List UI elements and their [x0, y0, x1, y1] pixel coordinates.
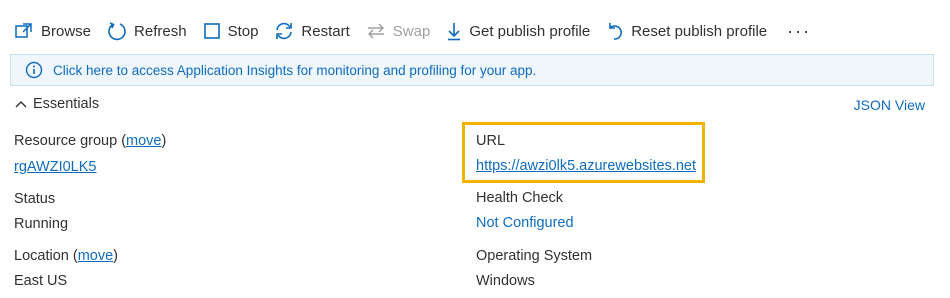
restart-button[interactable]: Restart	[274, 21, 350, 41]
restart-icon	[276, 22, 293, 40]
os-value: Windows	[476, 273, 535, 289]
json-view-link[interactable]: JSON View	[854, 97, 925, 113]
location-label-close: )	[113, 248, 118, 264]
get-publish-profile-button[interactable]: Get publish profile	[446, 21, 590, 41]
swap-label: Swap	[392, 22, 431, 40]
reset-publish-profile-button[interactable]: Reset publish profile	[606, 21, 767, 41]
resource-group-label: Resource group (move)	[14, 133, 166, 149]
browse-button[interactable]: Browse	[14, 22, 91, 40]
browse-icon	[15, 23, 32, 38]
stop-button[interactable]: Stop	[203, 22, 259, 40]
location-value: East US	[14, 273, 68, 289]
resource-group-move-link[interactable]: move	[126, 133, 161, 149]
download-icon	[448, 23, 461, 41]
location-label-text: Location (	[14, 248, 78, 264]
swap-icon	[367, 23, 384, 39]
refresh-label: Refresh	[134, 22, 187, 40]
restart-label: Restart	[301, 22, 350, 40]
location-label: Location (move)	[14, 248, 118, 264]
essentials-toggle[interactable]: Essentials	[14, 96, 99, 112]
refresh-button[interactable]: Refresh	[107, 21, 187, 41]
location-move-link[interactable]: move	[78, 248, 113, 264]
get-publish-profile-label: Get publish profile	[469, 22, 591, 40]
reset-icon	[609, 23, 623, 40]
info-icon	[25, 61, 43, 79]
status-value: Running	[14, 216, 69, 232]
os-label: Operating System	[476, 248, 593, 264]
swap-button[interactable]: Swap	[366, 22, 431, 40]
resource-group-label-text: Resource group (	[14, 133, 127, 149]
info-banner-text: Click here to access Application Insight…	[53, 62, 537, 78]
resource-group-value-link[interactable]: rgAWZI0LK5	[14, 159, 96, 175]
chevron-up-icon	[15, 101, 27, 108]
browse-label: Browse	[41, 22, 92, 40]
refresh-icon	[108, 22, 126, 41]
resource-group-field: Resource group (move)	[14, 133, 166, 149]
url-highlight-box	[462, 122, 705, 183]
status-label: Status	[14, 191, 56, 207]
more-options-button[interactable]: ···	[787, 21, 811, 42]
reset-publish-profile-label: Reset publish profile	[631, 22, 768, 40]
stop-label: Stop	[227, 22, 259, 40]
health-check-label: Health Check	[476, 190, 564, 206]
essentials-title: Essentials	[33, 96, 100, 112]
command-bar: Browse Refresh Stop Restart Swap Get pub…	[0, 12, 950, 50]
resource-group-label-close: )	[161, 133, 167, 149]
app-insights-info-banner[interactable]: Click here to access Application Insight…	[10, 54, 934, 86]
stop-icon	[203, 23, 220, 39]
health-check-value-link[interactable]: Not Configured	[476, 215, 574, 231]
